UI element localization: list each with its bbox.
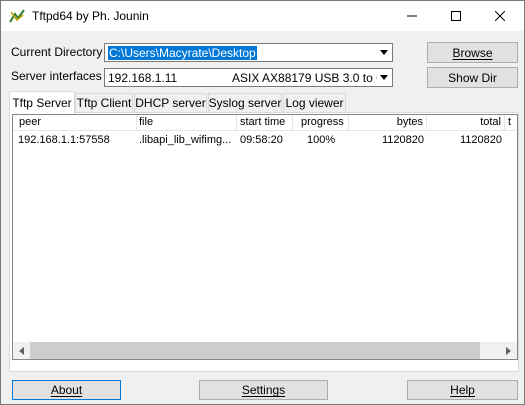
tab-label: Log viewer xyxy=(285,96,344,110)
dropdown-arrow-icon[interactable] xyxy=(376,45,391,60)
maximize-icon xyxy=(451,11,461,21)
tab-label: Tftp Server xyxy=(12,96,72,110)
row-progress: 100% xyxy=(307,134,336,146)
close-button[interactable] xyxy=(478,1,522,31)
column-header-total[interactable]: total xyxy=(427,115,505,131)
server-ip: 192.168.1.11 xyxy=(108,71,178,85)
current-directory-value[interactable]: C:\Users\Macyrate\Desktop xyxy=(108,46,257,60)
title-bar[interactable]: Tftpd64 by Ph. Jounin xyxy=(1,1,524,31)
column-header-file[interactable]: file xyxy=(137,115,237,131)
minimize-button[interactable] xyxy=(390,1,434,31)
help-button-label: Help xyxy=(450,383,475,397)
row-file: .libapi_lib_wifimg... xyxy=(139,134,232,146)
tab-tftp-client[interactable]: Tftp Client xyxy=(75,93,133,112)
about-button[interactable]: About xyxy=(12,380,121,400)
scroll-right-icon[interactable] xyxy=(500,342,517,359)
current-directory-combo[interactable]: C:\Users\Macyrate\Desktop xyxy=(104,43,393,62)
horizontal-scrollbar[interactable] xyxy=(13,342,517,359)
column-header-bytes[interactable]: bytes xyxy=(349,115,427,131)
row-peer: 192.168.1.1:57558 xyxy=(18,134,110,146)
server-interfaces-combo[interactable]: 192.168.1.11 ASIX AX88179 USB 3.0 to Gig xyxy=(104,68,393,87)
close-icon xyxy=(495,11,505,21)
tab-label: DHCP server xyxy=(135,96,206,110)
tab-log-viewer[interactable]: Log viewer xyxy=(283,93,346,112)
row-start-time: 09:58:20 xyxy=(240,134,283,146)
scrollbar-thumb[interactable] xyxy=(30,342,480,359)
current-directory-label: Current Directory xyxy=(11,45,103,59)
tab-label: Syslog server xyxy=(208,96,282,110)
row-bytes: 1120820 xyxy=(381,134,424,146)
minimize-icon xyxy=(407,15,417,17)
show-dir-button[interactable]: Show Dir xyxy=(427,67,518,88)
settings-button-label: Settings xyxy=(241,383,286,397)
app-icon xyxy=(9,8,25,24)
about-button-label: About xyxy=(50,383,83,397)
window-title: Tftpd64 by Ph. Jounin xyxy=(32,9,149,23)
browse-button-label: Browse xyxy=(452,45,493,60)
row-total: 1120820 xyxy=(459,134,502,146)
scroll-left-icon[interactable] xyxy=(13,342,30,359)
server-adapter: ASIX AX88179 USB 3.0 to Gig xyxy=(232,71,377,85)
column-header-peer[interactable]: peer xyxy=(13,115,137,131)
transfer-list[interactable]: peer file start time progress bytes tota… xyxy=(12,114,518,360)
maximize-button[interactable] xyxy=(434,1,478,31)
browse-button[interactable]: Browse xyxy=(427,42,518,63)
column-header-progress[interactable]: progress xyxy=(293,115,349,131)
app-window: Tftpd64 by Ph. Jounin Current Directory … xyxy=(0,0,525,405)
show-dir-button-label: Show Dir xyxy=(448,70,497,85)
column-header-start-time[interactable]: start time xyxy=(237,115,293,131)
column-header-t[interactable]: t xyxy=(505,115,517,131)
tab-syslog-server[interactable]: Syslog server xyxy=(208,93,282,112)
tab-tftp-server[interactable]: Tftp Server xyxy=(9,91,75,114)
settings-button[interactable]: Settings xyxy=(199,380,328,400)
tab-dhcp-server[interactable]: DHCP server xyxy=(134,93,207,112)
dropdown-arrow-icon[interactable] xyxy=(376,70,391,85)
server-interfaces-label: Server interfaces xyxy=(11,69,102,83)
tab-label: Tftp Client xyxy=(76,96,132,110)
help-button[interactable]: Help xyxy=(407,380,518,400)
